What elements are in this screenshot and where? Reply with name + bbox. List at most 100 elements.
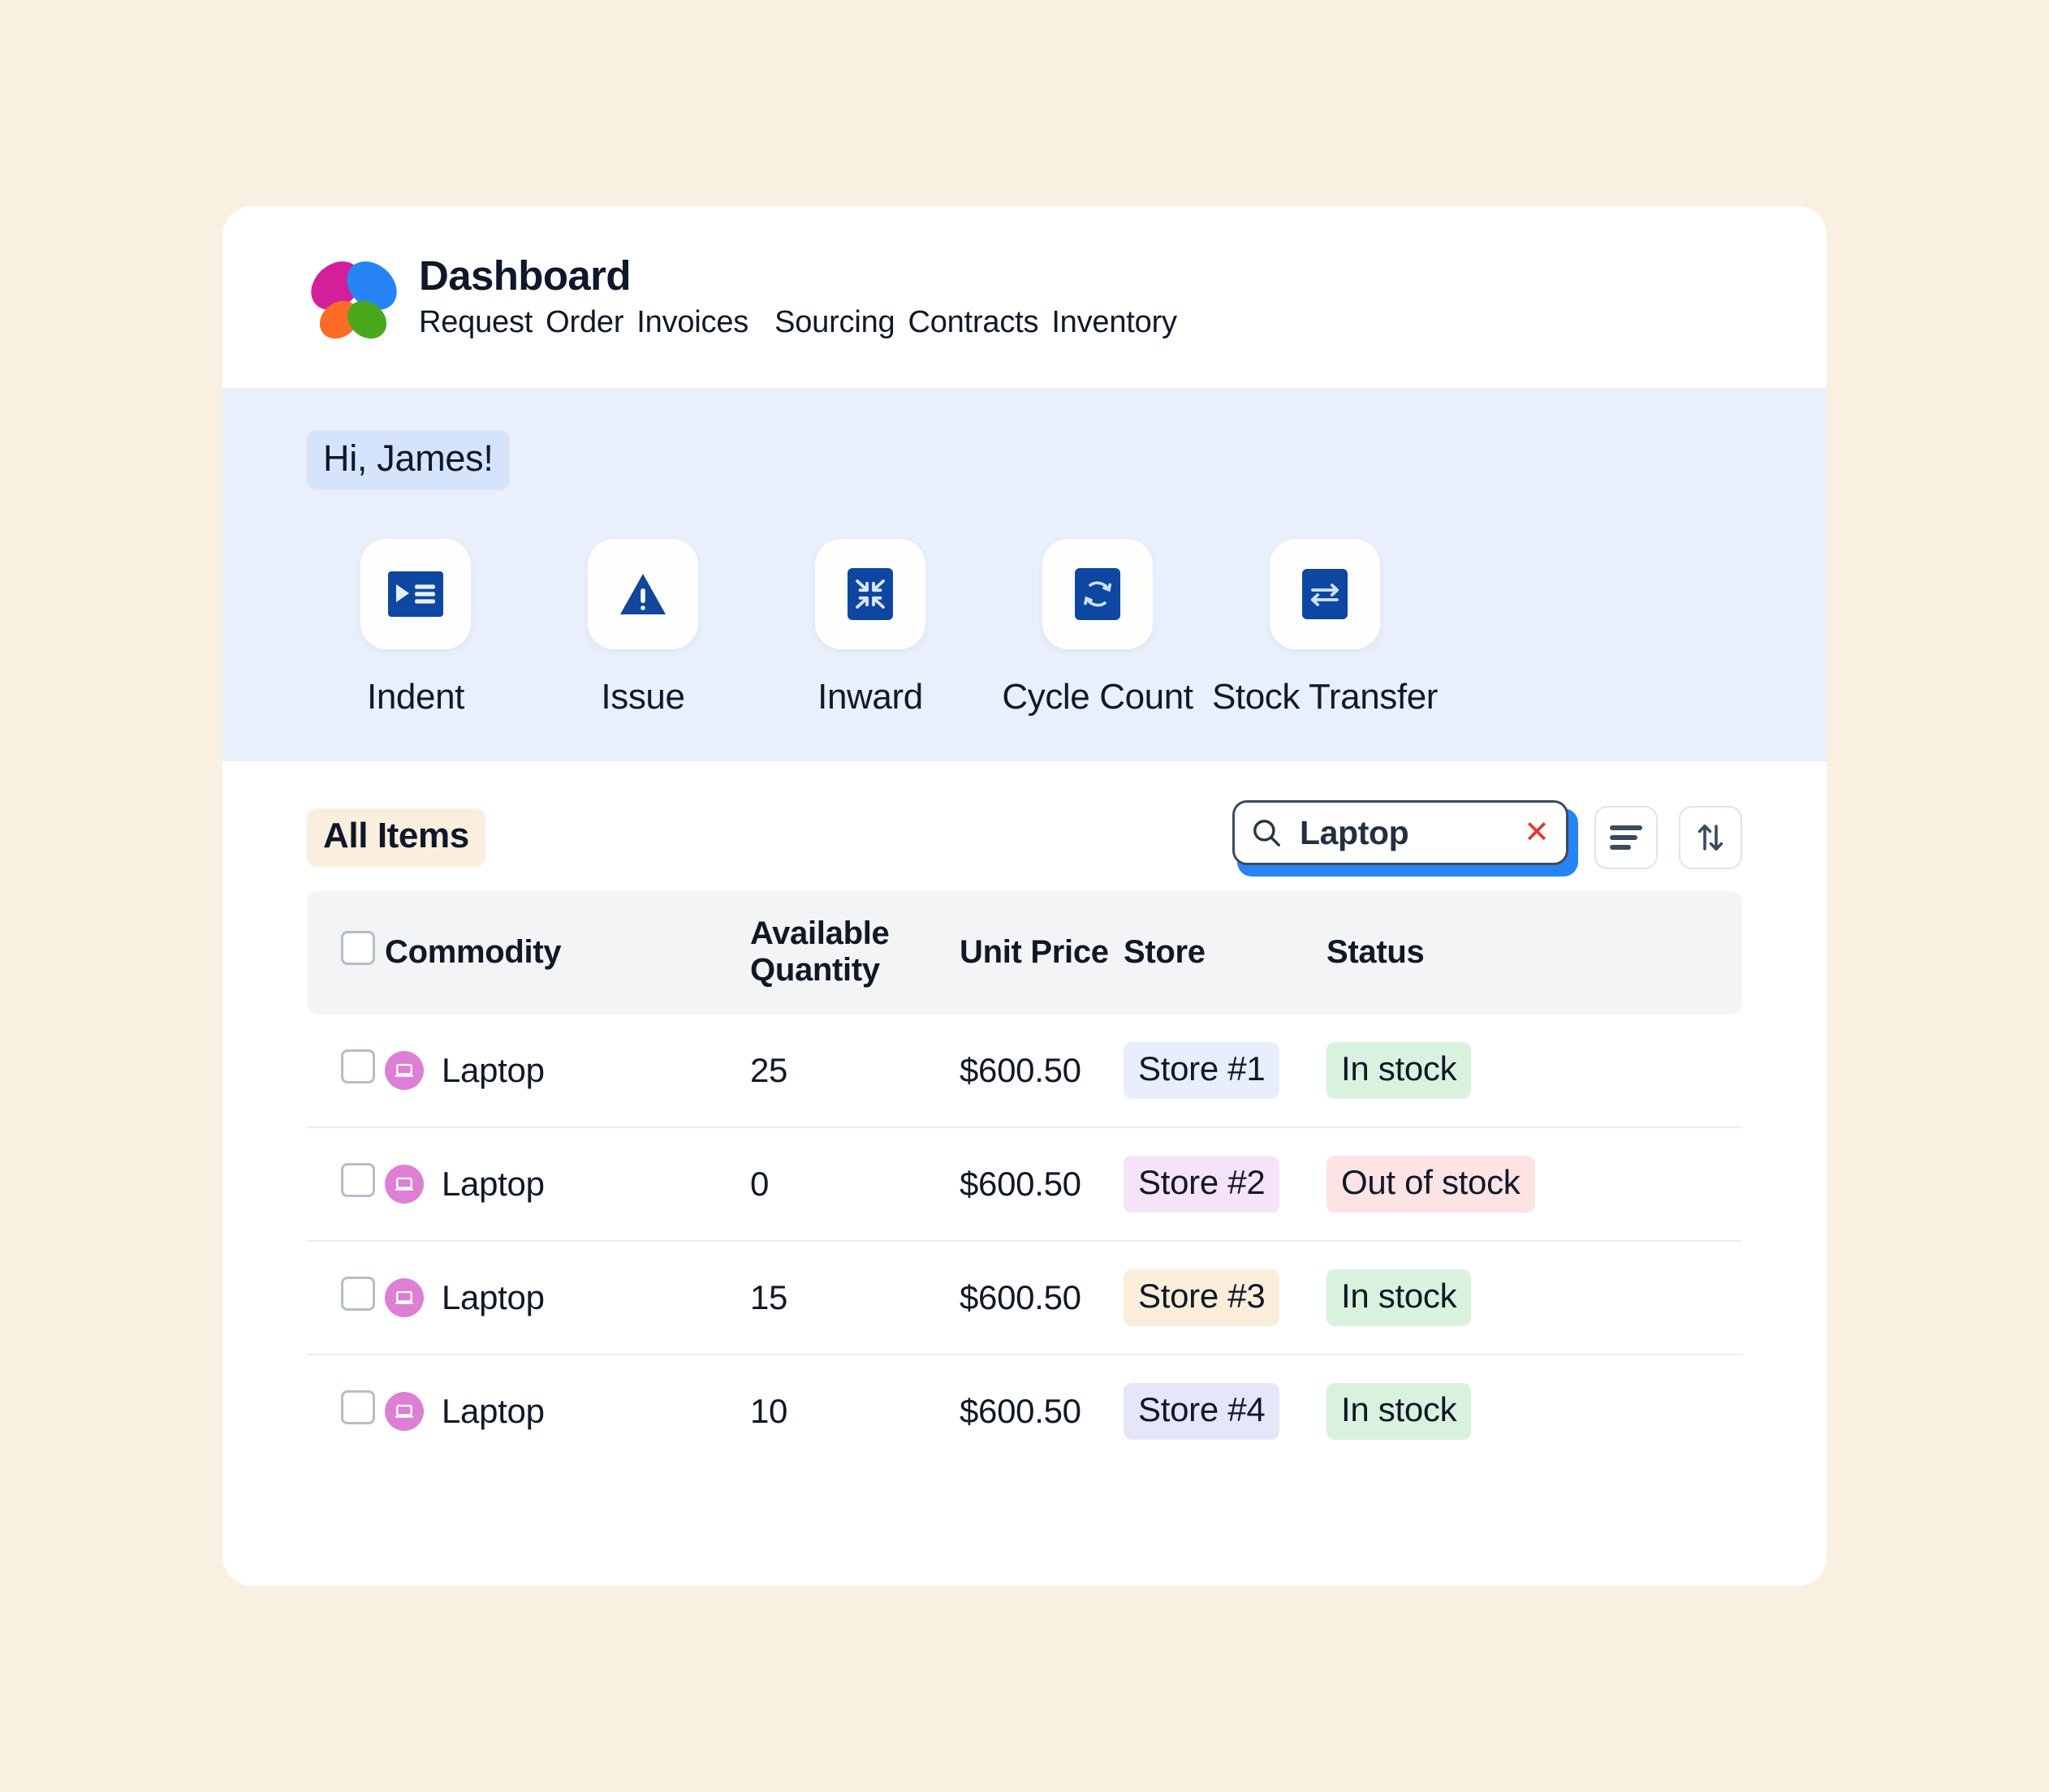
items-table-body: Laptop 25 $600.50 Store #1 In stock Lapt… [307,1014,1742,1467]
column-header-unit-price[interactable]: Unit Price [960,891,1124,1014]
row-status-cell: Out of stock [1326,1126,1742,1241]
items-toolbar: All Items Laptop ✕ [307,795,1742,880]
quick-actions-row: Indent Issue Inward Cycle Count Stock Tr… [302,490,1827,717]
store-badge: Store #4 [1124,1383,1280,1440]
main-nav: Request Order Invoices Sourcing Contract… [419,305,1177,340]
quick-actions-section: Hi, James! Indent Issue Inward Cycle Cou… [222,388,1827,761]
store-badge: Store #1 [1124,1042,1280,1099]
quick-action-indent-label: Indent [367,677,464,717]
nav-item-request[interactable]: Request [419,305,533,340]
nav-item-contracts[interactable]: Contracts [908,305,1038,340]
close-x-icon[interactable]: ✕ [1521,817,1553,848]
nav-item-sourcing[interactable]: Sourcing [774,305,895,340]
select-all-header [307,891,385,1014]
status-badge: In stock [1326,1383,1472,1440]
search-input[interactable]: Laptop [1300,814,1521,852]
quick-action-stock-transfer-label: Stock Transfer [1211,677,1439,717]
row-unit-price: $600.50 [960,1354,1124,1467]
column-header-commodity[interactable]: Commodity [385,891,750,1014]
laptop-icon [385,1165,424,1204]
search-field[interactable]: Laptop ✕ [1232,800,1578,877]
row-quantity: 0 [750,1126,960,1241]
greeting-row: Hi, James! [222,430,1827,490]
items-table-head: Commodity Available Quantity Unit Price … [307,891,1742,1014]
column-header-store[interactable]: Store [1124,891,1326,1014]
all-items-title: All Items [307,808,485,867]
row-commodity-cell: Laptop [385,1126,750,1241]
quick-action-issue[interactable]: Issue [529,539,757,717]
row-unit-price: $600.50 [960,1051,1081,1089]
row-unit-price: $600.50 [960,1240,1124,1355]
row-status-cell: In stock [1326,1240,1742,1355]
sort-arrows-icon [1697,825,1723,851]
quick-action-cycle-count[interactable]: Cycle Count [984,539,1211,717]
search-icon [1253,820,1280,846]
row-store-cell: Store #2 [1124,1126,1326,1241]
filter-button[interactable] [1594,806,1658,869]
store-badge: Store #2 [1124,1156,1280,1213]
column-header-available-quantity[interactable]: Available Quantity [750,891,960,1014]
quick-action-cycle-count-label: Cycle Count [1002,677,1193,717]
row-quantity: 10 [750,1354,960,1467]
quick-action-issue-label: Issue [601,677,685,717]
row-commodity-name: Laptop [442,1392,545,1430]
row-checkbox[interactable] [341,1277,375,1311]
row-quantity: 15 [750,1240,960,1355]
row-store-cell: Store #4 [1124,1354,1326,1467]
nav-item-invoices[interactable]: Invoices [636,305,748,340]
row-checkbox[interactable] [341,1390,375,1424]
row-quantity: 25 [750,1051,788,1089]
quick-action-indent-tile[interactable] [360,539,471,649]
column-header-status[interactable]: Status [1326,891,1742,1014]
nav-item-order[interactable]: Order [546,305,623,340]
row-commodity-name: Laptop [442,1165,545,1203]
table-row[interactable]: Laptop 10 $600.50 Store #4 In stock [307,1354,1742,1467]
laptop-icon [385,1051,424,1090]
filter-lines-icon [1610,825,1642,850]
quick-action-cycle-count-tile[interactable] [1042,539,1153,649]
playlist-icon [388,571,443,617]
nav-item-inventory[interactable]: Inventory [1051,305,1177,340]
row-status-cell: In stock [1326,1014,1742,1127]
row-commodity-name: Laptop [442,1278,545,1316]
transfer-arrows-icon [1302,569,1348,619]
warning-triangle-icon [620,574,666,614]
row-select-cell [307,1126,385,1241]
quick-action-stock-transfer-tile[interactable] [1270,539,1380,649]
sort-button[interactable] [1679,806,1742,869]
items-section: All Items Laptop ✕ Commodity Available Q… [222,761,1827,1467]
row-store-cell: Store #1 [1124,1014,1326,1127]
row-store-cell: Store #3 [1124,1240,1326,1355]
status-badge: Out of stock [1326,1156,1535,1213]
row-unit-price: $600.50 [960,1126,1124,1241]
toolbar-controls: Laptop ✕ [1232,800,1742,877]
row-checkbox[interactable] [341,1163,375,1197]
select-all-checkbox[interactable] [341,931,375,965]
row-select-cell [307,1354,385,1467]
quick-action-inward[interactable]: Inward [757,539,984,717]
row-commodity-name: Laptop [442,1051,545,1089]
search-input-box[interactable]: Laptop ✕ [1232,800,1568,865]
row-checkbox[interactable] [341,1049,375,1083]
quick-action-stock-transfer[interactable]: Stock Transfer [1211,539,1439,717]
refresh-cycle-icon [1075,568,1120,620]
page-title: Dashboard [419,252,632,299]
quick-action-inward-label: Inward [817,677,923,717]
table-header-row: Commodity Available Quantity Unit Price … [307,891,1742,1014]
table-row[interactable]: Laptop 25 $600.50 Store #1 In stock [307,1014,1742,1127]
row-select-cell [307,1240,385,1355]
row-status-cell: In stock [1326,1354,1742,1467]
row-commodity-cell: Laptop [385,1014,750,1127]
quick-action-issue-tile[interactable] [588,539,698,649]
greeting-text: Hi, James! [307,430,510,490]
table-row[interactable]: Laptop 0 $600.50 Store #2 Out of stock [307,1126,1742,1241]
app-header: Dashboard Request Order Invoices Sourcin… [222,206,1827,388]
store-badge: Store #3 [1124,1269,1280,1326]
laptop-icon [385,1278,424,1317]
table-row[interactable]: Laptop 15 $600.50 Store #3 In stock [307,1240,1742,1355]
quick-action-inward-tile[interactable] [815,539,925,649]
arrows-collapse-icon [848,568,893,620]
dashboard-card: Dashboard Request Order Invoices Sourcin… [222,206,1827,1586]
quick-action-indent[interactable]: Indent [302,539,529,717]
items-table: Commodity Available Quantity Unit Price … [307,891,1742,1467]
